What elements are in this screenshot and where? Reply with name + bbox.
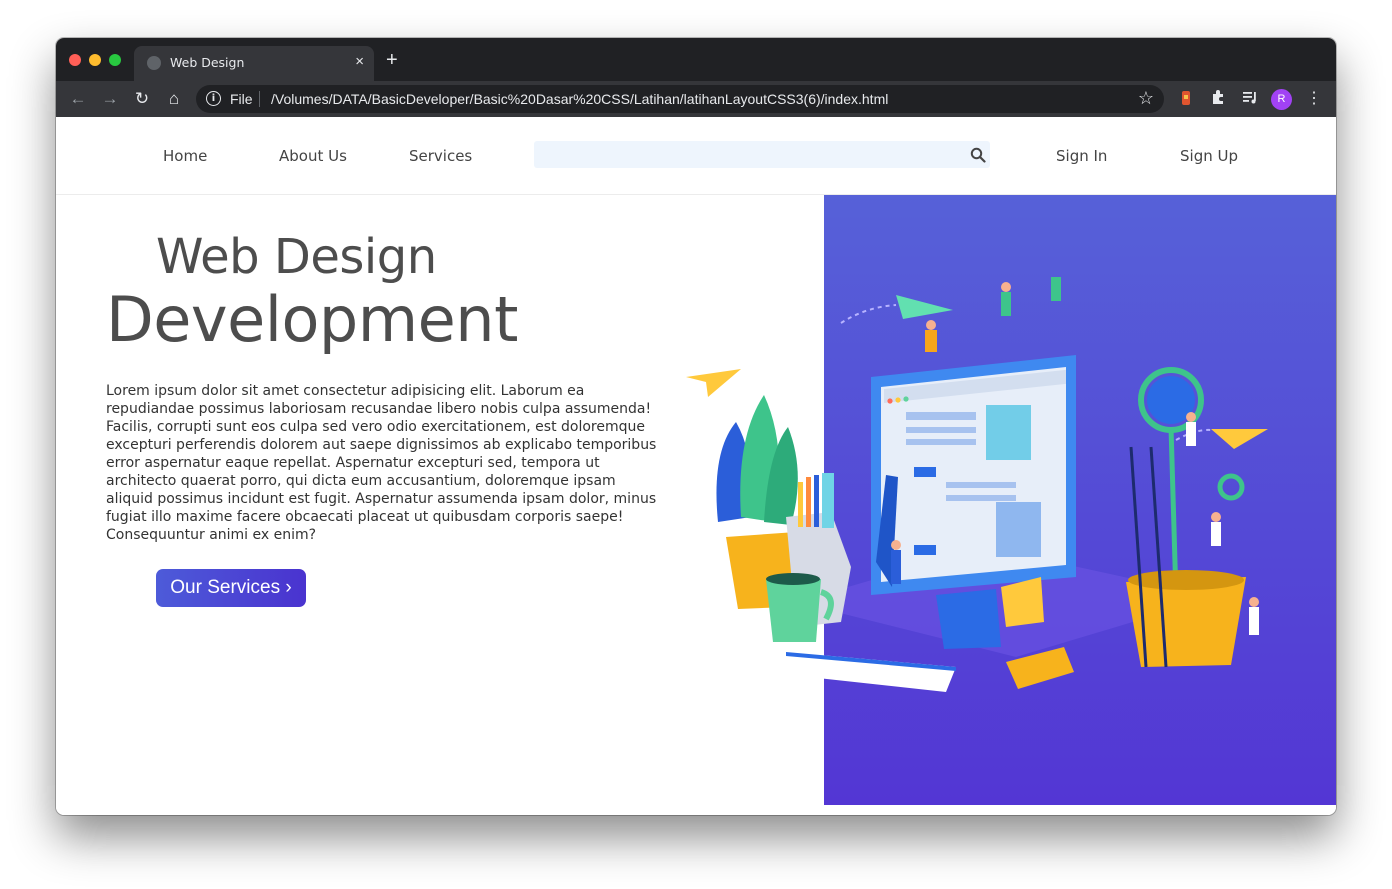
minimize-window-button[interactable] (89, 54, 101, 66)
tab-title: Web Design (170, 55, 245, 70)
browser-toolbar: ← → ↻ ⌂ i File /Volumes/DATA/BasicDevelo… (56, 81, 1336, 117)
extension-icon[interactable] (1176, 89, 1196, 109)
url-divider (259, 91, 260, 107)
close-window-button[interactable] (69, 54, 81, 66)
hero-title: Development (106, 283, 518, 356)
profile-avatar[interactable]: R (1271, 89, 1292, 110)
back-icon[interactable]: ← (66, 87, 90, 111)
hero-paragraph: Lorem ipsum dolor sit amet consectetur a… (106, 383, 657, 543)
sign-in-link[interactable]: Sign In (1056, 147, 1107, 165)
maximize-window-button[interactable] (109, 54, 121, 66)
url-scheme: File (230, 91, 253, 107)
tab-close-icon[interactable]: × (355, 53, 364, 71)
media-queue-icon[interactable] (1240, 89, 1260, 109)
nav-link-about-us[interactable]: About Us (279, 147, 347, 165)
nav-link-home[interactable]: Home (163, 147, 207, 165)
new-tab-button[interactable]: + (386, 50, 398, 70)
hero-subtitle: Web Design (156, 229, 437, 285)
page-viewport: Home About Us Services Sign In Sign Up W… (56, 117, 1336, 815)
reload-icon[interactable]: ↻ (130, 87, 154, 111)
site-navbar: Home About Us Services Sign In Sign Up (56, 117, 1336, 195)
forward-icon[interactable]: → (98, 87, 122, 111)
globe-icon (147, 56, 161, 70)
search-input[interactable] (534, 141, 990, 168)
info-icon[interactable]: i (206, 91, 221, 106)
home-icon[interactable]: ⌂ (162, 87, 186, 111)
menu-dots-icon[interactable]: ⋮ (1304, 89, 1324, 109)
url-text[interactable]: /Volumes/DATA/BasicDeveloper/Basic%20Das… (271, 91, 888, 107)
sign-up-link[interactable]: Sign Up (1180, 147, 1238, 165)
web-design-illustration (686, 277, 1268, 692)
search-icon[interactable] (970, 147, 986, 163)
address-bar[interactable]: i File /Volumes/DATA/BasicDeveloper/Basi… (196, 85, 1164, 113)
bookmark-star-icon[interactable]: ☆ (1138, 88, 1154, 109)
tab-bar: Web Design × + (56, 38, 1336, 81)
browser-tab[interactable]: Web Design × (134, 46, 374, 81)
browser-window: Web Design × + ← → ↻ ⌂ i File /Volumes/D… (56, 38, 1336, 815)
puzzle-icon[interactable] (1208, 89, 1228, 109)
nav-link-services[interactable]: Services (409, 147, 472, 165)
our-services-button[interactable]: Our Services › (156, 569, 306, 607)
